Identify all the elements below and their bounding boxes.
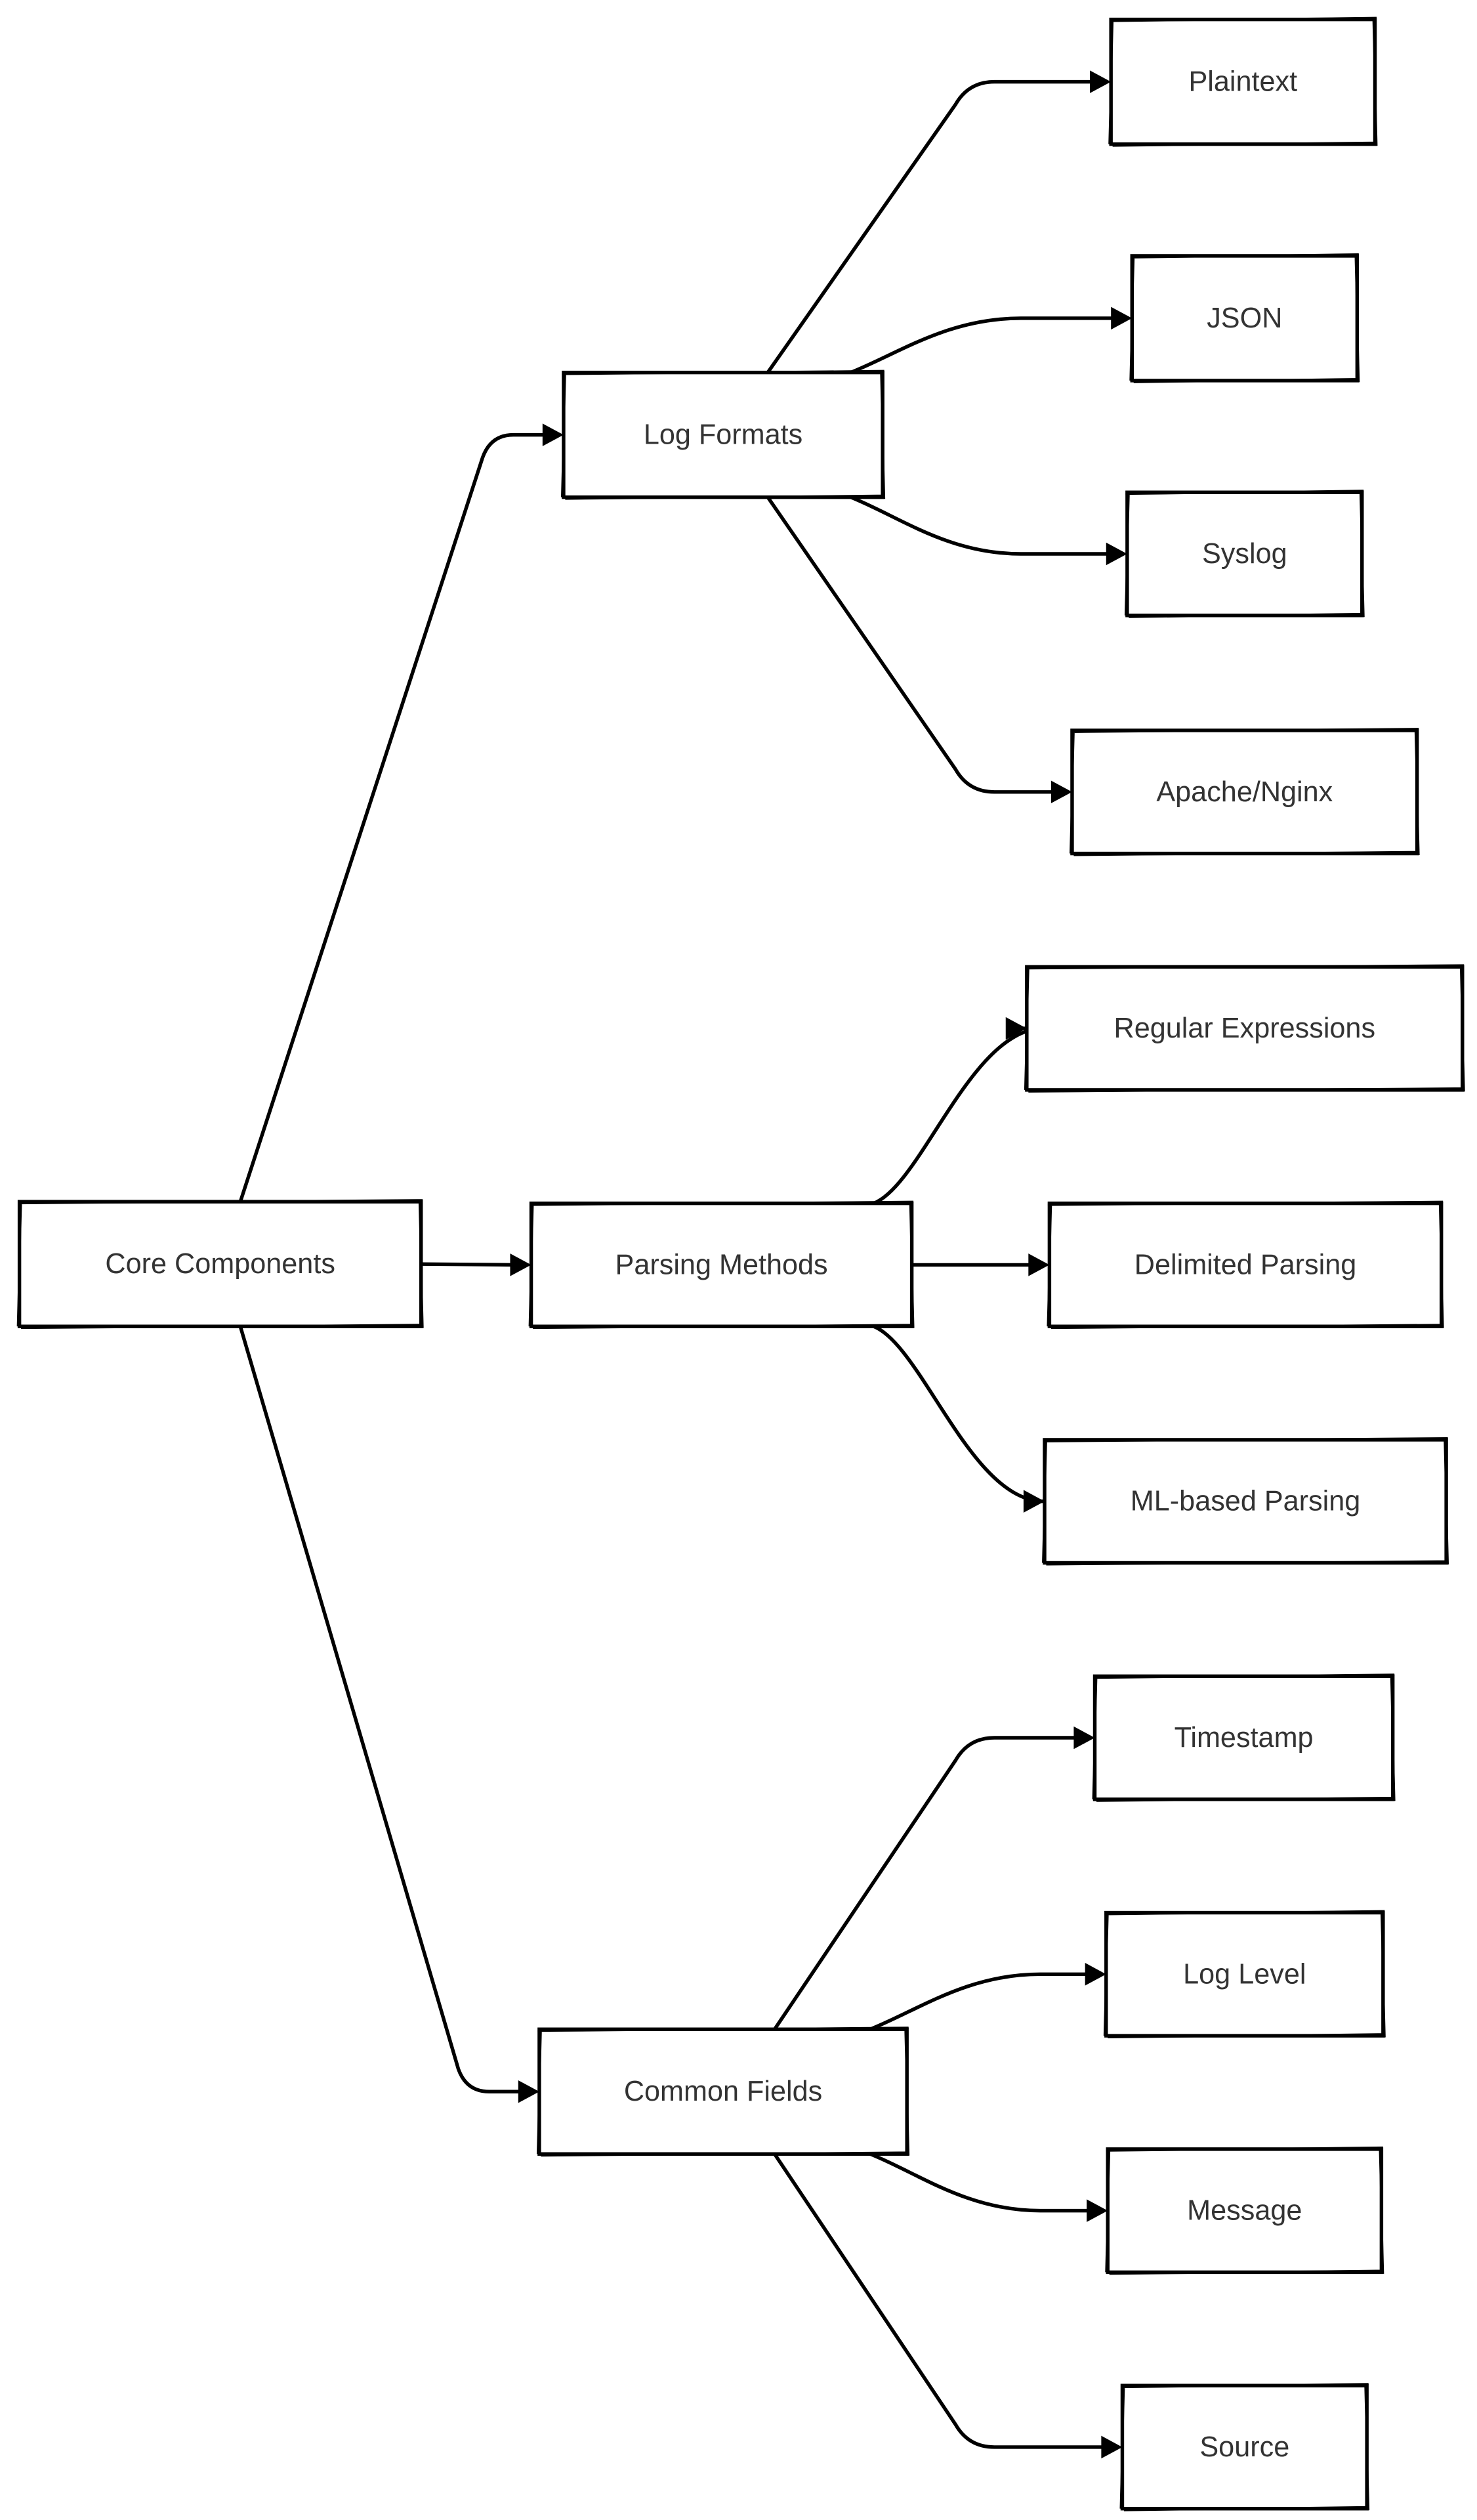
edge-fields-to-timestamp	[772, 1736, 1081, 2031]
node-label: Log Formats	[644, 419, 802, 451]
node-label: Common Fields	[624, 2076, 822, 2107]
arrowhead-icon	[1101, 2435, 1123, 2459]
node-label: Parsing Methods	[615, 1249, 828, 1280]
node-message[interactable]: Message	[1105, 2146, 1384, 2275]
edge-formats-to-json	[848, 316, 1118, 375]
node-timestamp[interactable]: Timestamp	[1092, 1673, 1396, 1802]
node-label: Apache/Nginx	[1156, 776, 1333, 808]
node-json[interactable]: JSON	[1129, 253, 1360, 383]
arrowhead-icon	[1111, 306, 1133, 330]
edge-core-to-parsing	[419, 1262, 517, 1267]
node-label: Log Level	[1183, 1958, 1306, 1990]
edge-core-to-formats	[238, 432, 549, 1204]
arrowhead-icon	[1028, 1253, 1050, 1276]
arrowhead-icon	[1051, 780, 1072, 804]
node-label: Message	[1187, 2195, 1302, 2227]
edge-core-to-fields	[238, 1324, 525, 2093]
node-label: JSON	[1207, 303, 1282, 334]
arrowhead-icon	[1023, 1490, 1045, 1513]
node-label: Timestamp	[1175, 1722, 1314, 1754]
edge-parsing-to-ml	[871, 1324, 1044, 1503]
edge-fields-to-loglevel	[868, 1972, 1092, 2031]
node-label: Core Components	[105, 1248, 335, 1280]
arrowhead-icon	[1073, 1726, 1095, 1750]
arrowhead-icon	[510, 1253, 531, 1276]
node-label: Source	[1199, 2431, 1289, 2463]
nodes-layer: Core Components Log Formats Parsing Method…	[16, 16, 1465, 2511]
node-label: Delimited Parsing	[1134, 1249, 1356, 1280]
node-ml[interactable]: ML-based Parsing	[1042, 1437, 1449, 1566]
arrowhead-icon	[1090, 70, 1112, 93]
node-syslog[interactable]: Syslog	[1124, 490, 1365, 618]
node-formats[interactable]: Log Formats	[560, 369, 886, 500]
edge-formats-to-plaintext	[766, 79, 1097, 375]
edge-formats-to-syslog	[848, 495, 1113, 556]
edge-formats-to-apache	[766, 495, 1058, 794]
edge-fields-to-source	[772, 2152, 1108, 2449]
arrowhead-icon	[518, 2080, 539, 2103]
node-apache[interactable]: Apache/Nginx	[1070, 728, 1420, 856]
node-label: ML-based Parsing	[1131, 1486, 1361, 1517]
edge-parsing-to-regex	[871, 1026, 1044, 1206]
log-components-diagram: Core Components Log Formats Parsing Method…	[16, 16, 1465, 2511]
arrowhead-icon	[1087, 2199, 1108, 2222]
arrowhead-icon	[542, 423, 564, 446]
node-label: Syslog	[1202, 538, 1287, 570]
node-core[interactable]: Core Components	[16, 1199, 424, 1330]
arrowhead-icon	[1085, 1963, 1106, 1986]
node-label: Regular Expressions	[1114, 1013, 1376, 1044]
node-regex[interactable]: Regular Expressions	[1024, 964, 1465, 1093]
node-source[interactable]: Source	[1119, 2383, 1370, 2511]
node-plaintext[interactable]: Plaintext	[1108, 16, 1378, 147]
node-loglevel[interactable]: Log Level	[1103, 1910, 1386, 2039]
node-label: Plaintext	[1189, 66, 1298, 98]
node-fields[interactable]: Common Fields	[536, 2026, 910, 2157]
node-delimited[interactable]: Delimited Parsing	[1047, 1200, 1444, 1330]
edge-fields-to-message	[868, 2152, 1094, 2213]
node-parsing[interactable]: Parsing Methods	[528, 1200, 915, 1330]
arrowhead-icon	[1106, 542, 1127, 566]
